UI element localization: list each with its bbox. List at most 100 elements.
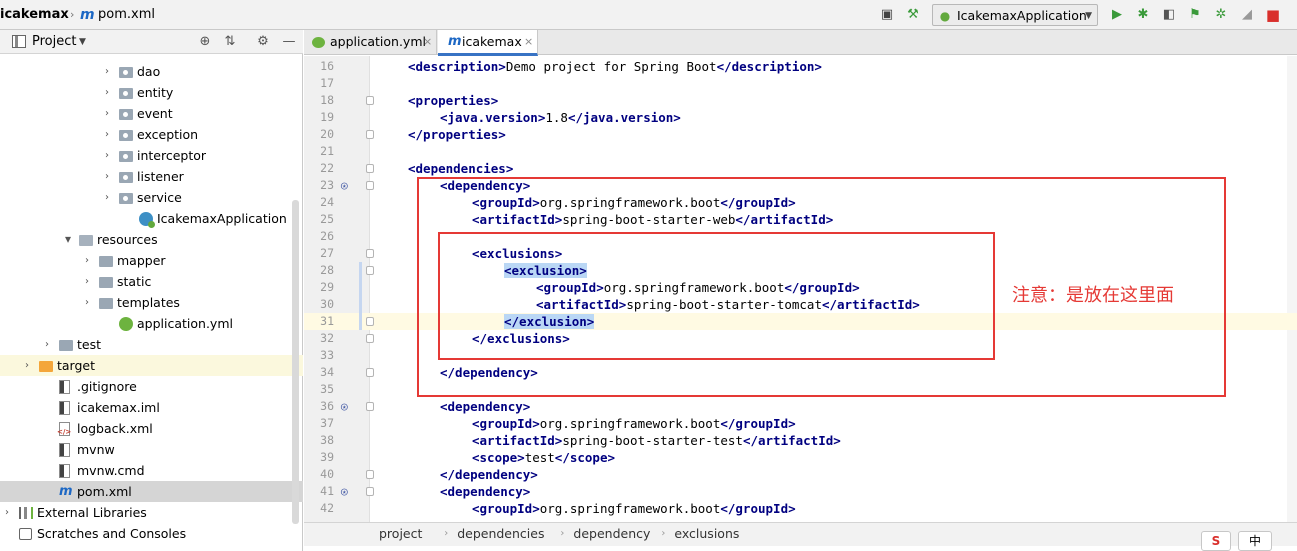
maven-dependency-icon[interactable]: ⍟	[341, 484, 348, 501]
tree-item[interactable]: m pom.xml	[0, 481, 303, 502]
chevron-right-icon[interactable]: ›	[105, 82, 115, 103]
breadcrumb-project[interactable]: icakemax	[0, 6, 69, 24]
fold-marker-icon[interactable]	[366, 470, 374, 479]
chevron-right-icon[interactable]: ›	[105, 187, 115, 208]
ime-mode-indicator[interactable]: 中	[1238, 531, 1272, 551]
chevron-right-icon[interactable]: ›	[105, 61, 115, 82]
code-line[interactable]: 37 <groupId>org.springframework.boot</gro…	[304, 415, 1297, 432]
code-line[interactable]: 20 </properties>	[304, 126, 1297, 143]
tree-item[interactable]: icakemax.iml	[0, 397, 303, 418]
tree-item[interactable]: › listener	[0, 166, 303, 187]
chevron-right-icon[interactable]: ›	[25, 355, 35, 376]
chevron-right-icon[interactable]: ›	[105, 103, 115, 124]
chevron-right-icon[interactable]: ›	[105, 145, 115, 166]
chevron-right-icon[interactable]: ›	[85, 250, 95, 271]
line-number: 28	[320, 263, 334, 277]
profile-icon[interactable]: ⚑	[1186, 6, 1204, 24]
editor-tab[interactable]: application.yml ×	[304, 30, 437, 55]
layout-icon[interactable]: ▣	[878, 6, 896, 24]
chevron-right-icon[interactable]: ›	[105, 124, 115, 145]
fold-marker-icon[interactable]	[366, 164, 374, 173]
breadcrumb-item[interactable]: exclusions	[674, 526, 739, 542]
tree-item[interactable]: logback.xml	[0, 418, 303, 439]
fold-marker-icon[interactable]	[366, 317, 374, 326]
gear-icon[interactable]: ⚙	[254, 33, 272, 51]
tree-item[interactable]: › templates	[0, 292, 303, 313]
code-line[interactable]: 22 <dependencies>	[304, 160, 1297, 177]
locate-icon[interactable]: ⊕	[196, 33, 214, 51]
tree-item[interactable]: mvnw	[0, 439, 303, 460]
code-line[interactable]: 40 </dependency>	[304, 466, 1297, 483]
tree-item[interactable]: .gitignore	[0, 376, 303, 397]
tree-item[interactable]: Scratches and Consoles	[0, 523, 303, 544]
breadcrumb-item[interactable]: dependencies	[457, 526, 544, 542]
maven-dependency-icon[interactable]: ⍟	[341, 399, 348, 416]
tree-item[interactable]: › target	[0, 355, 303, 376]
fold-marker-icon[interactable]	[366, 487, 374, 496]
stop-icon[interactable]: ■	[1264, 6, 1282, 24]
tree-item[interactable]: › dao	[0, 61, 303, 82]
tree-item[interactable]: application.yml	[0, 313, 303, 334]
hide-panel-icon[interactable]: —	[280, 33, 298, 51]
close-icon[interactable]: ×	[423, 30, 432, 54]
tree-item[interactable]: › External Libraries	[0, 502, 303, 523]
breadcrumb-item[interactable]: project	[379, 526, 422, 542]
ime-logo-icon[interactable]: S	[1201, 531, 1231, 551]
chevron-down-icon[interactable]: ▾	[65, 229, 75, 250]
code-line[interactable]: 18 <properties>	[304, 92, 1297, 109]
breadcrumb-file[interactable]: pom.xml	[98, 6, 155, 24]
project-view-selector[interactable]: Project	[32, 34, 76, 50]
fold-marker-icon[interactable]	[366, 368, 374, 377]
fold-marker-icon[interactable]	[366, 402, 374, 411]
code-line[interactable]: 16 <description>Demo project for Spring B…	[304, 58, 1297, 75]
coverage-icon[interactable]: ◧	[1160, 6, 1178, 24]
maven-dependency-icon[interactable]: ⍟	[341, 178, 348, 195]
project-tree-scrollbar[interactable]	[292, 200, 299, 524]
tree-item[interactable]: ▾ resources	[0, 229, 303, 250]
fold-marker-icon[interactable]	[366, 266, 374, 275]
code-line[interactable]: 42 <groupId>org.springframework.boot</gro…	[304, 500, 1297, 517]
tree-item[interactable]: › service	[0, 187, 303, 208]
tree-item[interactable]: › test	[0, 334, 303, 355]
scratches-icon	[19, 528, 32, 540]
code-line[interactable]: 19 <java.version>1.8</java.version>	[304, 109, 1297, 126]
tree-item[interactable]: › exception	[0, 124, 303, 145]
code-line[interactable]: 39 <scope>test</scope>	[304, 449, 1297, 466]
tree-item[interactable]: mvnw.cmd	[0, 460, 303, 481]
chevron-right-icon[interactable]: ›	[105, 166, 115, 187]
chevron-right-icon[interactable]: ›	[45, 334, 55, 355]
tree-item-label: pom.xml	[77, 484, 132, 499]
debug-icon[interactable]: ✱	[1134, 6, 1152, 24]
chevron-down-icon[interactable]: ▼	[79, 34, 86, 50]
fold-marker-icon[interactable]	[366, 249, 374, 258]
fold-marker-icon[interactable]	[366, 181, 374, 190]
tree-item[interactable]: › static	[0, 271, 303, 292]
chevron-right-icon[interactable]: ›	[85, 292, 95, 313]
tree-item[interactable]: › interceptor	[0, 145, 303, 166]
close-icon[interactable]: ×	[524, 30, 533, 54]
xml-tag: <scope>	[472, 450, 525, 465]
fold-marker-icon[interactable]	[366, 334, 374, 343]
tree-item[interactable]: IcakemaxApplication	[0, 208, 303, 229]
run-configuration-select[interactable]: ● IcakemaxApplication ▼	[932, 4, 1098, 26]
fold-marker-icon[interactable]	[366, 96, 374, 105]
tree-item[interactable]: › mapper	[0, 250, 303, 271]
attach-icon[interactable]: ◢	[1238, 6, 1256, 24]
tree-item[interactable]: › event	[0, 103, 303, 124]
breadcrumb-item[interactable]: dependency	[573, 526, 650, 542]
code-line[interactable]: 36 ⍟ <dependency>	[304, 398, 1297, 415]
code-line[interactable]: 38 <artifactId>spring-boot-starter-test</…	[304, 432, 1297, 449]
tree-item-label: dao	[137, 64, 161, 79]
editor-tab[interactable]: m icakemax ×	[438, 30, 538, 56]
bug-icon[interactable]: ✲	[1212, 6, 1230, 24]
build-icon[interactable]: ⚒	[904, 6, 922, 24]
fold-marker-icon[interactable]	[366, 130, 374, 139]
collapse-all-icon[interactable]: ⇅	[221, 33, 239, 51]
run-icon[interactable]: ▶	[1108, 6, 1126, 24]
chevron-right-icon[interactable]: ›	[5, 502, 15, 523]
chevron-right-icon[interactable]: ›	[85, 271, 95, 292]
code-line[interactable]: 17	[304, 75, 1297, 92]
tree-item[interactable]: › entity	[0, 82, 303, 103]
code-line[interactable]: 21	[304, 143, 1297, 160]
code-line[interactable]: 41 ⍟ <dependency>	[304, 483, 1297, 500]
